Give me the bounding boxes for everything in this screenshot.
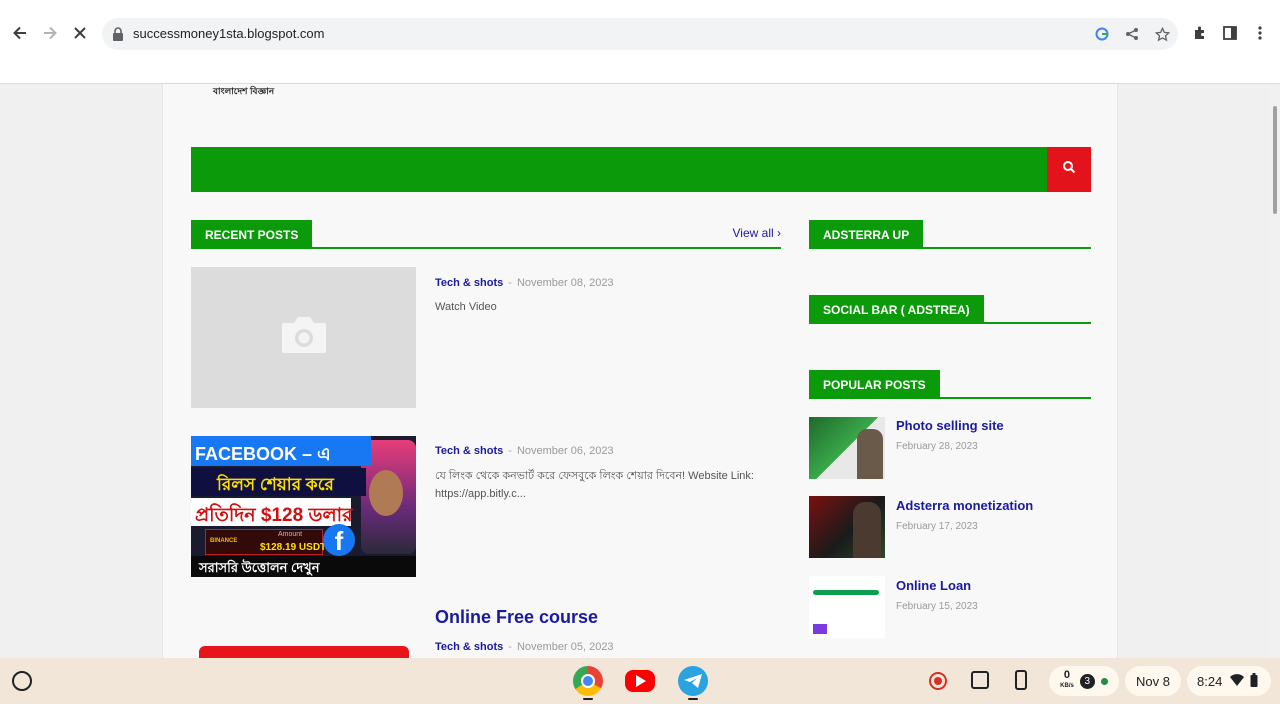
thumbnail-red-banner: [199, 646, 409, 658]
post-thumbnail[interactable]: FACEBOOK – এ রিলস শেয়ার করে প্রতিদিন $1…: [191, 436, 416, 577]
share-icon[interactable]: [1124, 26, 1140, 42]
google-lens-icon[interactable]: [1094, 26, 1110, 42]
thumb-text-line4: সরাসরি উত্তোলন দেখুন: [191, 556, 416, 577]
screen-bottom-strip: [0, 704, 1280, 720]
search-button[interactable]: [1047, 147, 1091, 192]
status-dot-icon: [1100, 677, 1108, 685]
amount-value: $128.19 USDT: [260, 542, 327, 553]
popular-posts-header: POPULAR POSTS: [809, 370, 1091, 399]
recent-posts-title: RECENT POSTS: [191, 220, 313, 247]
post-snippet: Watch Video: [435, 301, 497, 313]
thumbnail-person-image: [853, 502, 881, 558]
popular-post-date: February 28, 2023: [896, 441, 978, 452]
os-shelf: 0 KB/s 3 Nov 8 8:24: [0, 658, 1280, 704]
post-meta: Tech & shots - November 08, 2023: [435, 277, 614, 289]
thumb-amount-box: BINANCE Amount $128.19 USDT: [205, 529, 327, 555]
thumbnail-purple-block: [813, 624, 827, 634]
launcher-icon[interactable]: [12, 671, 32, 691]
post-date: November 06, 2023: [516, 445, 614, 457]
post-date: November 05, 2023: [516, 641, 614, 653]
thumb-text-line3: প্রতিদিন $128 ডলার: [191, 498, 353, 526]
amount-label: Amount: [278, 531, 303, 538]
notification-count-badge: 3: [1079, 673, 1095, 689]
thumbnail-person-image: [369, 470, 403, 516]
blog-container: বাংলাদেশ বিজ্ঞান RECENT POSTS View all ›…: [162, 84, 1118, 658]
popular-posts-title: POPULAR POSTS: [809, 370, 940, 397]
more-menu-icon[interactable]: [1249, 22, 1271, 44]
status-indicators[interactable]: 0 KB/s 3: [1049, 666, 1119, 696]
search-input[interactable]: [191, 147, 1047, 192]
popular-post-title[interactable]: Adsterra monetization: [896, 498, 1033, 513]
post-category[interactable]: Tech & shots: [435, 445, 503, 457]
facebook-logo-icon: f: [323, 524, 355, 556]
popular-post-date: February 15, 2023: [896, 601, 978, 612]
adsterra-up-header: ADSTERRA UP: [809, 220, 1091, 249]
stop-loading-icon[interactable]: [69, 22, 91, 44]
post-meta: Tech & shots - November 06, 2023: [435, 445, 614, 457]
extensions-icon[interactable]: [1189, 22, 1211, 44]
battery-icon: [1250, 672, 1258, 690]
search-icon: [1062, 160, 1076, 179]
popular-post-thumbnail[interactable]: [809, 576, 885, 638]
thumb-text-line2: রিলস শেয়ার করে: [191, 468, 366, 496]
chrome-app-icon[interactable]: [573, 666, 603, 696]
telegram-active-indicator: [688, 698, 698, 700]
thumbnail-person-image: [857, 429, 883, 479]
popular-post-date: February 17, 2023: [896, 521, 978, 532]
thumb-text-line1: FACEBOOK – এ: [191, 436, 371, 466]
screen-record-icon[interactable]: [929, 672, 947, 690]
forward-arrow-icon[interactable]: [39, 22, 61, 44]
clipboard-history-icon[interactable]: [971, 671, 989, 689]
page-scrollbar[interactable]: [1270, 84, 1280, 658]
site-logo[interactable]: বাংলাদেশ বিজ্ঞান: [213, 84, 274, 99]
recent-posts-header: RECENT POSTS View all ›: [191, 220, 781, 249]
post-category[interactable]: Tech & shots: [435, 277, 503, 289]
phone-hub-icon[interactable]: [1015, 670, 1027, 690]
clock-text: 8:24: [1197, 673, 1223, 689]
post-title[interactable]: Online Free course: [435, 607, 598, 628]
post-category[interactable]: Tech & shots: [435, 641, 503, 653]
popular-post-title[interactable]: Online Loan: [896, 578, 971, 593]
youtube-app-icon[interactable]: [625, 670, 655, 692]
browser-toolbar: successmoney1sta.blogspot.com: [0, 0, 1280, 68]
network-speed: 0 KB/s: [1060, 669, 1074, 690]
popular-post-thumbnail[interactable]: [809, 496, 885, 558]
chrome-active-indicator: [583, 698, 593, 700]
popular-post-title[interactable]: Photo selling site: [896, 418, 1004, 433]
social-bar-header: SOCIAL BAR ( ADSTREA): [809, 295, 1091, 324]
date-text: Nov 8: [1136, 673, 1170, 689]
lock-icon[interactable]: [110, 26, 126, 42]
camera-placeholder-icon: [278, 315, 330, 360]
scrollbar-thumb[interactable]: [1273, 106, 1277, 214]
post-thumbnail[interactable]: [191, 267, 416, 408]
binance-label: BINANCE: [210, 538, 238, 544]
post-thumbnail[interactable]: [191, 604, 416, 658]
adsterra-up-title: ADSTERRA UP: [809, 220, 924, 247]
post-date: November 08, 2023: [516, 277, 614, 289]
url-text[interactable]: successmoney1sta.blogspot.com: [133, 26, 324, 41]
bookmark-star-icon[interactable]: [1154, 26, 1170, 42]
system-tray[interactable]: 8:24: [1187, 666, 1271, 696]
side-panel-icon[interactable]: [1219, 22, 1241, 44]
view-all-link[interactable]: View all ›: [733, 226, 781, 240]
back-arrow-icon[interactable]: [9, 22, 31, 44]
telegram-app-icon[interactable]: [678, 666, 708, 696]
page-viewport: বাংলাদেশ বিজ্ঞান RECENT POSTS View all ›…: [0, 84, 1270, 658]
social-bar-title: SOCIAL BAR ( ADSTREA): [809, 295, 984, 322]
post-meta: Tech & shots - November 05, 2023: [435, 641, 614, 653]
date-pill[interactable]: Nov 8: [1125, 666, 1181, 696]
popular-post-thumbnail[interactable]: [809, 417, 885, 479]
wifi-icon: [1230, 673, 1245, 689]
address-bar[interactable]: successmoney1sta.blogspot.com: [102, 18, 1178, 50]
post-snippet: যে লিংক থেকে কনভার্ট করে ফেসবুকে লিংক শে…: [435, 470, 754, 500]
thumbnail-green-bar: [813, 590, 879, 595]
